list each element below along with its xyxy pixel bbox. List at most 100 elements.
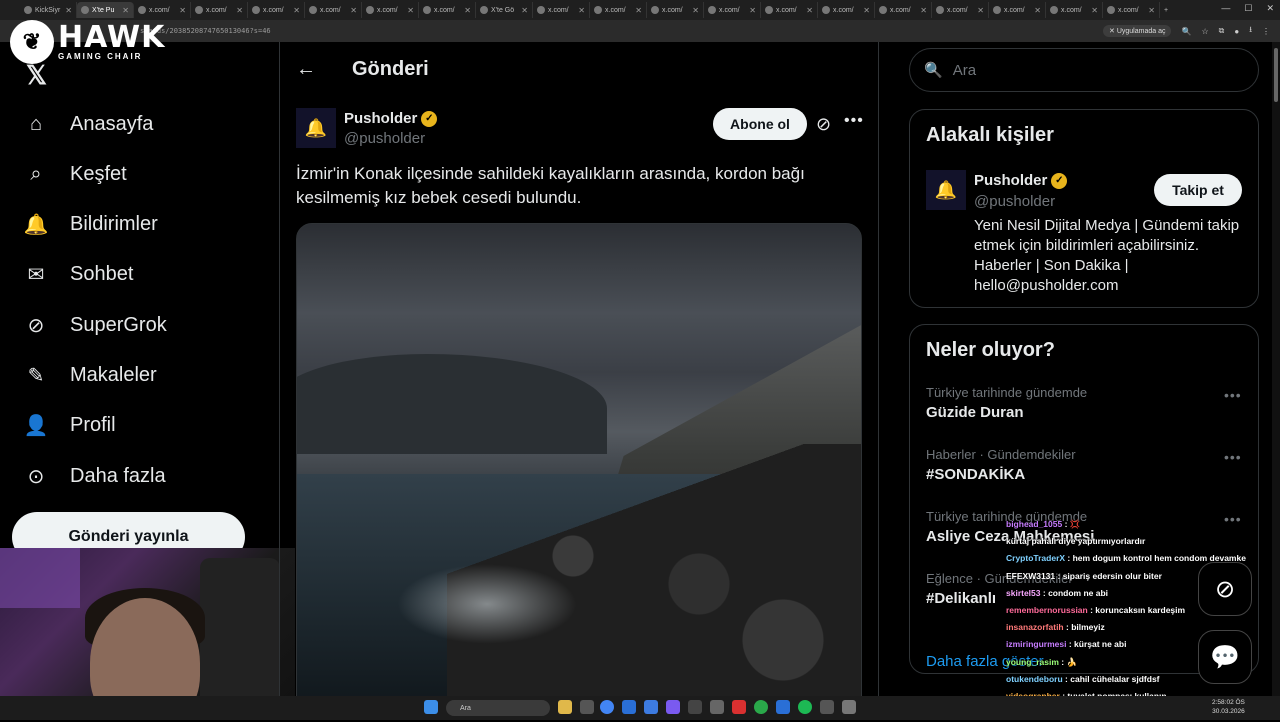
trend-more-icon[interactable]: ••• xyxy=(1224,387,1242,403)
bookmark-star-icon[interactable]: ☆ xyxy=(1201,27,1208,36)
browser-tab[interactable]: X'te Pu ✕ xyxy=(77,2,134,18)
profile-icon[interactable]: ● xyxy=(1234,27,1239,36)
close-icon[interactable]: ✕ xyxy=(1266,3,1274,14)
tab-close-icon[interactable]: ✕ xyxy=(692,6,699,15)
taskbar-app-icon[interactable] xyxy=(754,700,768,714)
browser-tab[interactable]: x.com/ ✕ xyxy=(590,2,647,18)
trend-name[interactable]: #SONDAKİKA xyxy=(926,466,1025,483)
grok-icon[interactable]: ⊘ xyxy=(816,114,831,135)
taskbar-app-icon[interactable] xyxy=(558,700,572,714)
tab-close-icon[interactable]: ✕ xyxy=(1148,6,1155,15)
browser-tab[interactable]: x.com/ ✕ xyxy=(818,2,875,18)
browser-tab[interactable]: x.com/ ✕ xyxy=(134,2,191,18)
tab-close-icon[interactable]: ✕ xyxy=(578,6,585,15)
sidebar-item-profil[interactable]: 👤 Profil xyxy=(24,413,116,437)
tab-close-icon[interactable]: ✕ xyxy=(1091,6,1098,15)
taskbar-app-icon[interactable] xyxy=(666,700,680,714)
tab-close-icon[interactable]: ✕ xyxy=(977,6,984,15)
browser-tab[interactable]: x.com/ ✕ xyxy=(248,2,305,18)
menu-kebab-icon[interactable]: ⋮ xyxy=(1262,27,1270,36)
related-handle[interactable]: @pusholder xyxy=(974,193,1055,210)
browser-tab[interactable]: x.com/ ✕ xyxy=(875,2,932,18)
sidebar-item-keşfet[interactable]: ⌕ Keşfet xyxy=(24,162,126,186)
chat-username[interactable]: remembernorussian xyxy=(1006,605,1088,615)
taskbar-app-icon[interactable] xyxy=(622,700,636,714)
sidebar-item-sohbet[interactable]: ✉ Sohbet xyxy=(24,262,134,286)
taskbar-app-icon[interactable] xyxy=(776,700,790,714)
browser-tab[interactable]: x.com/ ✕ xyxy=(761,2,818,18)
chat-username[interactable]: otukendeboru xyxy=(1006,674,1063,684)
chat-username[interactable]: bighead_1055 xyxy=(1006,519,1062,529)
tab-close-icon[interactable]: ✕ xyxy=(236,6,243,15)
sidebar-item-makaleler[interactable]: ✎ Makaleler xyxy=(24,363,157,387)
tab-close-icon[interactable]: ✕ xyxy=(407,6,414,15)
browser-tab[interactable]: x.com/ ✕ xyxy=(191,2,248,18)
browser-tab[interactable]: x.com/ ✕ xyxy=(419,2,476,18)
tab-close-icon[interactable]: ✕ xyxy=(65,6,72,15)
author-handle[interactable]: @pusholder xyxy=(344,130,425,147)
taskbar-app-icon[interactable] xyxy=(644,700,658,714)
sidebar-item-supergrok[interactable]: ⊘ SuperGrok xyxy=(24,313,167,337)
tweet-image[interactable] xyxy=(296,223,862,720)
browser-tab[interactable]: X'te Gö ✕ xyxy=(476,2,533,18)
extensions-icon[interactable]: ⧉ xyxy=(1219,26,1225,36)
author-avatar[interactable]: 🔔 xyxy=(296,108,336,148)
tab-close-icon[interactable]: ✕ xyxy=(749,6,756,15)
taskbar-app-icon[interactable] xyxy=(842,700,856,714)
tab-close-icon[interactable]: ✕ xyxy=(179,6,186,15)
chat-username[interactable]: izmiringurmesi xyxy=(1006,639,1066,649)
taskbar-app-icon[interactable] xyxy=(580,700,594,714)
taskbar-clock[interactable]: 2:58:02 ÖS 30.03.2026 xyxy=(1212,698,1245,716)
x-logo-icon[interactable]: 𝕏 xyxy=(26,60,47,91)
chat-username[interactable]: young_rasim xyxy=(1006,657,1059,667)
download-icon[interactable]: ⭳ xyxy=(1249,24,1252,38)
address-bar[interactable]: status/2038520874765013046?s=46 ✕ Uygula… xyxy=(0,20,1280,42)
maximize-icon[interactable]: ☐ xyxy=(1244,3,1252,14)
tab-close-icon[interactable]: ✕ xyxy=(635,6,642,15)
tab-close-icon[interactable]: ✕ xyxy=(806,6,813,15)
chat-username[interactable]: EFEXW3131 xyxy=(1006,571,1055,581)
tab-close-icon[interactable]: ✕ xyxy=(1034,6,1041,15)
browser-tab[interactable]: x.com/ ✕ xyxy=(1046,2,1103,18)
browser-tab[interactable]: x.com/ ✕ xyxy=(362,2,419,18)
trend-name[interactable]: #Delikanlı xyxy=(926,590,996,607)
more-options-icon[interactable]: ••• xyxy=(844,112,864,130)
sidebar-item-anasayfa[interactable]: ⌂ Anasayfa xyxy=(24,112,153,136)
chat-username[interactable]: skirtel53 xyxy=(1006,588,1041,598)
browser-tab[interactable]: x.com/ ✕ xyxy=(647,2,704,18)
tab-close-icon[interactable]: ✕ xyxy=(920,6,927,15)
tab-close-icon[interactable]: ✕ xyxy=(293,6,300,15)
tab-close-icon[interactable]: ✕ xyxy=(521,6,528,15)
follow-button[interactable]: Takip et xyxy=(1154,174,1242,206)
browser-tab[interactable]: KickSiyr ✕ xyxy=(20,2,77,18)
back-arrow-icon[interactable]: ← xyxy=(296,58,316,81)
spotify-icon[interactable] xyxy=(798,700,812,714)
trend-name[interactable]: Güzide Duran xyxy=(926,404,1024,421)
related-avatar[interactable]: 🔔 xyxy=(926,170,966,210)
browser-tab[interactable]: x.com/ ✕ xyxy=(1103,2,1160,18)
tab-close-icon[interactable]: ✕ xyxy=(122,6,129,15)
zoom-icon[interactable]: 🔍 xyxy=(1181,27,1191,36)
open-in-app-button[interactable]: ✕ Uygulamada aç xyxy=(1103,25,1172,37)
related-name[interactable]: Pusholder ✓ xyxy=(974,172,1068,189)
taskbar-app-icon[interactable] xyxy=(710,700,724,714)
browser-tab[interactable]: x.com/ ✕ xyxy=(533,2,590,18)
scrollbar-track[interactable] xyxy=(1272,42,1280,696)
sidebar-item-bildirimler[interactable]: 🔔 Bildirimler xyxy=(24,212,158,236)
browser-tab[interactable]: x.com/ ✕ xyxy=(932,2,989,18)
chrome-icon[interactable] xyxy=(600,700,614,714)
new-tab-button[interactable]: + xyxy=(1160,2,1217,18)
tab-close-icon[interactable]: ✕ xyxy=(350,6,357,15)
minimize-icon[interactable]: — xyxy=(1221,3,1230,14)
chat-username[interactable]: CryptoTraderX xyxy=(1006,553,1065,563)
taskbar-app-icon[interactable] xyxy=(688,700,702,714)
author-name[interactable]: Pusholder ✓ xyxy=(344,110,438,127)
taskbar-search[interactable]: Ara xyxy=(446,700,550,716)
subscribe-button[interactable]: Abone ol xyxy=(713,108,807,140)
browser-tab[interactable]: x.com/ ✕ xyxy=(305,2,362,18)
tab-close-icon[interactable]: ✕ xyxy=(464,6,471,15)
scrollbar-thumb[interactable] xyxy=(1274,48,1278,102)
taskbar-app-icon[interactable] xyxy=(732,700,746,714)
search-input[interactable]: Ara xyxy=(953,62,976,79)
tab-close-icon[interactable]: ✕ xyxy=(863,6,870,15)
